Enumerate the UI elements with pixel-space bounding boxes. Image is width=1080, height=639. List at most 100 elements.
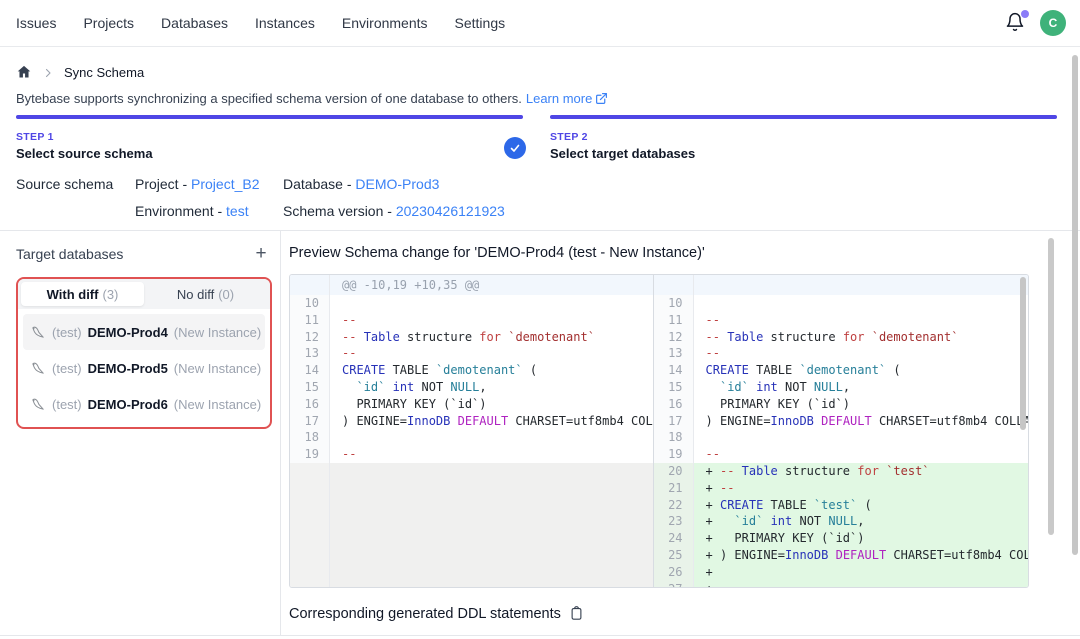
code-segment	[828, 548, 835, 562]
code-segment: ,	[857, 514, 864, 528]
filler-gutter	[290, 463, 330, 587]
code-segment: --	[720, 464, 734, 478]
copy-icon[interactable]	[569, 606, 584, 622]
code-segment: (	[857, 498, 871, 512]
project-label: Project -	[135, 176, 191, 192]
mysql-icon	[31, 325, 46, 340]
nav-item-databases[interactable]: Databases	[161, 15, 228, 31]
diff-line: 10	[290, 295, 653, 312]
tab-with-diff[interactable]: With diff (3)	[21, 282, 144, 306]
diff-scrollbar[interactable]	[1020, 277, 1026, 430]
project-link[interactable]: Project_B2	[191, 176, 259, 192]
home-icon[interactable]	[16, 64, 32, 80]
content-scrollbar[interactable]	[1048, 238, 1054, 535]
tab-no-diff[interactable]: No diff (0)	[144, 282, 267, 306]
nav-item-issues[interactable]: Issues	[16, 15, 56, 31]
schema-version-label: Schema version -	[283, 203, 396, 219]
main-content: Target databases + With diff (3) No diff…	[0, 230, 1080, 636]
line-number: 17	[654, 413, 694, 430]
diff-right-body: 1011--12-- Table structure for `demotena…	[654, 295, 1028, 587]
code-segment: Table	[727, 330, 763, 344]
code-segment: `test`	[886, 464, 929, 478]
breadcrumb: Sync Schema	[16, 63, 1064, 81]
add-target-database-button[interactable]: +	[250, 243, 272, 265]
nav-item-projects[interactable]: Projects	[83, 15, 134, 31]
step-1[interactable]: STEP 1 Select source schema	[16, 115, 523, 161]
diff-line-added: 21+ --	[654, 480, 1028, 497]
code-segment: CHARSET=utf8mb4 COLLATE	[872, 414, 1028, 428]
schema-version-link[interactable]: 20230426121923	[396, 203, 505, 219]
diff-line: 18	[290, 429, 653, 446]
code-segment: PRIMARY KEY (`id`)	[342, 397, 487, 411]
line-number: 19	[290, 446, 330, 463]
diff-line: 10	[654, 295, 1028, 312]
avatar[interactable]: C	[1040, 10, 1066, 36]
step-2-title: Select target databases	[550, 146, 1057, 161]
intro-description: Bytebase supports synchronizing a specif…	[16, 91, 522, 106]
diff-line: 17) ENGINE=InnoDB DEFAULT CHARSET=utf8mb…	[290, 413, 653, 430]
database-env: (test)	[52, 361, 82, 376]
code-segment: int	[771, 514, 793, 528]
diff-line: 12-- Table structure for `demotenant`	[290, 329, 653, 346]
notification-bell-icon[interactable]	[1005, 12, 1027, 34]
diff-line-added: 24+ PRIMARY KEY (`id`)	[654, 530, 1028, 547]
database-suffix: (New Instance)	[174, 325, 261, 340]
diff-line: 16 PRIMARY KEY (`id`)	[290, 396, 653, 413]
code-segment: NOT	[414, 380, 450, 394]
code-segment: DEFAULT	[821, 414, 872, 428]
diff-line-added: 23+ `id` int NOT NULL,	[654, 513, 1028, 530]
code-line: + ) ENGINE=InnoDB DEFAULT CHARSET=utf8mb…	[694, 547, 1028, 564]
line-number: 10	[290, 295, 330, 312]
line-number: 26	[654, 564, 694, 581]
code-segment	[385, 380, 392, 394]
line-number: 27	[654, 581, 694, 587]
source-schema-label: Source schema	[16, 175, 135, 194]
diff-line: 13--	[654, 345, 1028, 362]
code-line: `id` int NOT NULL,	[694, 379, 1028, 396]
code-line: +	[694, 564, 1028, 581]
code-line: + `id` int NOT NULL,	[694, 513, 1028, 530]
learn-more-link[interactable]: Learn more	[526, 91, 608, 106]
code-line: PRIMARY KEY (`id`)	[330, 396, 653, 413]
line-number: 12	[654, 329, 694, 346]
database-item-demo-prod4[interactable]: (test) DEMO-Prod4 (New Instance)	[23, 314, 265, 350]
diff-line: 14CREATE TABLE `demotenant` (	[654, 362, 1028, 379]
database-suffix: (New Instance)	[174, 397, 261, 412]
tab-no-diff-count: (0)	[218, 287, 234, 302]
code-segment	[450, 414, 457, 428]
spacer	[16, 202, 135, 221]
step-2[interactable]: STEP 2 Select target databases	[550, 115, 1057, 161]
environment-link[interactable]: test	[226, 203, 249, 219]
code-segment: `id`	[734, 514, 763, 528]
code-line	[330, 429, 653, 446]
database-link[interactable]: DEMO-Prod3	[355, 176, 439, 192]
added-prefix: +	[706, 548, 720, 562]
page-scrollbar[interactable]	[1072, 55, 1078, 555]
diff-empty-filler	[290, 463, 653, 587]
code-segment: CHARSET=utf8mb4 COLLATE	[886, 548, 1028, 562]
database-item-demo-prod5[interactable]: (test) DEMO-Prod5 (New Instance)	[23, 350, 265, 386]
diff-line: 19--	[290, 446, 653, 463]
code-segment	[706, 380, 720, 394]
code-segment: CREATE	[720, 498, 763, 512]
target-database-list: (test) DEMO-Prod4 (New Instance) (test) …	[18, 309, 270, 427]
nav-item-settings[interactable]: Settings	[455, 15, 506, 31]
code-segment: int	[393, 380, 415, 394]
diff-line-added: 26+	[654, 564, 1028, 581]
code-line: CREATE TABLE `demotenant` (	[330, 362, 653, 379]
code-segment: int	[756, 380, 778, 394]
hunk-header-row: @@ -10,19 +10,35 @@	[290, 275, 653, 295]
project-field: Project - Project_B2	[135, 175, 283, 194]
diff-line-added: 25+ ) ENGINE=InnoDB DEFAULT CHARSET=utf8…	[654, 547, 1028, 564]
code-segment	[865, 330, 872, 344]
code-segment: `demotenant`	[436, 363, 523, 377]
database-item-demo-prod6[interactable]: (test) DEMO-Prod6 (New Instance)	[23, 386, 265, 422]
line-number: 18	[290, 429, 330, 446]
target-databases-panel: Target databases + With diff (3) No diff…	[0, 231, 281, 635]
code-line	[694, 429, 1028, 446]
code-line	[694, 295, 1028, 312]
nav-item-instances[interactable]: Instances	[255, 15, 315, 31]
nav-item-environments[interactable]: Environments	[342, 15, 428, 31]
diff-line: 12-- Table structure for `demotenant`	[654, 329, 1028, 346]
learn-more-label: Learn more	[526, 91, 592, 106]
